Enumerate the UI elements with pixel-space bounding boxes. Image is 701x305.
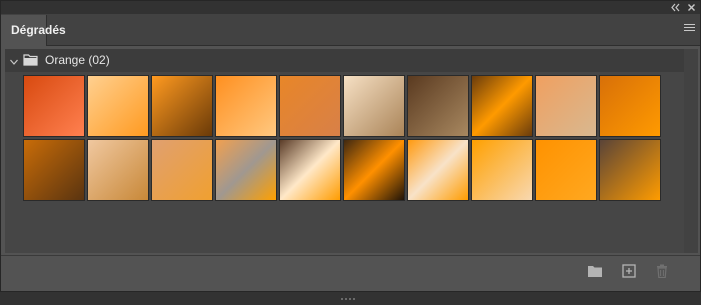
gradient-swatch[interactable] — [215, 75, 277, 137]
gradient-list: Orange (02) — [5, 49, 684, 253]
trash-icon[interactable] — [655, 264, 669, 279]
gradient-swatch[interactable] — [407, 139, 469, 201]
gradient-swatch[interactable] — [599, 75, 661, 137]
gradient-swatch[interactable] — [535, 139, 597, 201]
gradient-swatch[interactable] — [23, 139, 85, 201]
gradient-group-header[interactable]: Orange (02) — [5, 49, 684, 72]
gradient-swatch[interactable] — [151, 75, 213, 137]
double-chevron-left-icon[interactable] — [670, 2, 681, 13]
gradient-swatch[interactable] — [87, 139, 149, 201]
panel-tabbar: Dégradés — [1, 14, 700, 46]
gradient-swatch[interactable] — [87, 75, 149, 137]
gradient-swatch[interactable] — [343, 139, 405, 201]
panel-menu-icon[interactable] — [684, 24, 695, 33]
tab-gradients[interactable]: Dégradés — [1, 15, 66, 46]
gradients-panel: Dégradés Orange (02) — [0, 0, 701, 300]
gradient-swatch[interactable] — [471, 139, 533, 201]
panel-footer — [1, 255, 700, 286]
gradient-swatch[interactable] — [535, 75, 597, 137]
plus-square-icon[interactable] — [622, 264, 636, 278]
tab-label: Dégradés — [11, 23, 66, 37]
gradient-swatch[interactable] — [471, 75, 533, 137]
gradient-swatch-grid — [23, 75, 665, 203]
folder-icon[interactable] — [587, 264, 602, 278]
close-icon[interactable] — [686, 2, 697, 13]
resize-grip[interactable] — [341, 287, 361, 300]
gradient-swatch[interactable] — [279, 139, 341, 201]
gradient-swatch[interactable] — [23, 75, 85, 137]
chevron-down-icon[interactable] — [9, 54, 19, 65]
group-label: Orange (02) — [45, 53, 110, 67]
gradient-swatch[interactable] — [279, 75, 341, 137]
gradient-swatch[interactable] — [215, 139, 277, 201]
gradient-swatch[interactable] — [407, 75, 469, 137]
gradient-swatch[interactable] — [599, 139, 661, 201]
folder-icon — [23, 53, 38, 66]
scrollbar[interactable] — [684, 49, 698, 253]
panel-titlebar — [1, 1, 700, 14]
gradient-swatch[interactable] — [343, 75, 405, 137]
gradient-swatch[interactable] — [151, 139, 213, 201]
